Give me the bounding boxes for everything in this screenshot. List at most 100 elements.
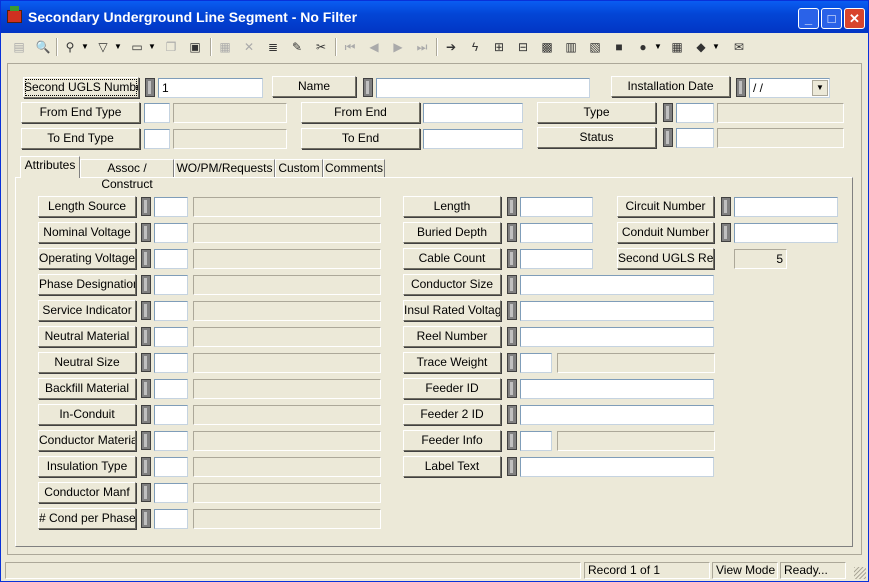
insulation-type-input[interactable] [154, 457, 188, 477]
tab-attributes[interactable]: Attributes [20, 156, 80, 178]
feeder-id-button[interactable]: Feeder ID [403, 378, 501, 399]
book-icon[interactable]: ◆ [691, 37, 711, 57]
maximize-button[interactable]: □ [821, 8, 842, 29]
feeder-2-id-input[interactable] [520, 405, 714, 425]
conductor-size-input[interactable] [520, 275, 714, 295]
conductor-material-button[interactable]: Conductor Material [38, 430, 136, 451]
service-indicator-input[interactable] [154, 301, 188, 321]
neutral-material-input[interactable] [154, 327, 188, 347]
operating-voltage-input[interactable] [154, 249, 188, 269]
in-conduit-input[interactable] [154, 405, 188, 425]
scissors-icon[interactable]: ✂ [311, 37, 331, 57]
length-input[interactable] [520, 197, 593, 217]
name-input[interactable] [376, 78, 590, 98]
nominal-voltage-input[interactable] [154, 223, 188, 243]
length-button[interactable]: Length [403, 196, 501, 217]
feeder-info-button[interactable]: Feeder Info [403, 430, 501, 451]
to-end-type-button[interactable]: To End Type [21, 128, 140, 149]
conduit-number-input[interactable] [734, 223, 838, 243]
save-icon[interactable]: ▤ [9, 37, 29, 57]
circuit-number-input[interactable] [734, 197, 838, 217]
status-button[interactable]: Status [537, 127, 656, 148]
nominal-voltage-button[interactable]: Nominal Voltage [38, 222, 136, 243]
cable-count-button[interactable]: Cable Count [403, 248, 501, 269]
conductor-manf-button[interactable]: Conductor Manf [38, 482, 136, 503]
phase-designation-button[interactable]: Phase Designation [38, 274, 136, 295]
conductor-material-input[interactable] [154, 431, 188, 451]
from-end-type-input[interactable] [144, 103, 170, 123]
feeder-info-input[interactable] [520, 431, 552, 451]
disk-icon[interactable]: ▦ [215, 37, 235, 57]
title-bar[interactable]: Secondary Underground Line Segment - No … [1, 1, 868, 33]
type-input[interactable] [676, 103, 714, 123]
tree-icon[interactable]: ⊟ [513, 37, 533, 57]
feeder-id-input[interactable] [520, 379, 714, 399]
conductor-size-button[interactable]: Conductor Size [403, 274, 501, 295]
second-ugls-number-input[interactable]: 1 [158, 78, 263, 98]
label-text-input[interactable] [520, 457, 714, 477]
chevron-down-icon[interactable]: ▼ [81, 39, 89, 55]
phase-designation-input[interactable] [154, 275, 188, 295]
chevron-down-icon[interactable]: ▼ [812, 80, 828, 96]
insul-rated-voltage-button[interactable]: Insul Rated Voltage [403, 300, 501, 321]
tab-wo-pm-requests[interactable]: WO/PM/Requests [174, 159, 275, 178]
neutral-material-button[interactable]: Neutral Material [38, 326, 136, 347]
document-icon[interactable]: ▣ [185, 37, 205, 57]
last-record-icon[interactable]: ⏭ [412, 37, 432, 57]
conductor-manf-input[interactable] [154, 483, 188, 503]
conduit-number-button[interactable]: Conduit Number [617, 222, 714, 243]
name-button[interactable]: Name [272, 76, 356, 97]
prev-record-icon[interactable]: ◀ [364, 37, 384, 57]
neutral-size-button[interactable]: Neutral Size [38, 352, 136, 373]
filter-icon[interactable]: ▽ [93, 37, 113, 57]
installation-date-combo[interactable]: / / ▼ [749, 78, 830, 98]
second-ugls-number-button[interactable]: Second UGLS Number [23, 77, 139, 98]
copy-icon[interactable]: ❐ [161, 37, 181, 57]
lightning-icon[interactable]: ϟ [465, 37, 485, 57]
service-indicator-button[interactable]: Service Indicator [38, 300, 136, 321]
arrow-right-icon[interactable]: ➔ [441, 37, 461, 57]
grid-icon[interactable]: ▦ [667, 37, 687, 57]
new-record-icon[interactable]: ▭ [127, 37, 147, 57]
installation-date-button[interactable]: Installation Date [611, 76, 730, 97]
buried-depth-button[interactable]: Buried Depth [403, 222, 501, 243]
preview-icon[interactable]: 🔍 [33, 37, 53, 57]
circuit-number-button[interactable]: Circuit Number [617, 196, 714, 217]
insul-rated-voltage-input[interactable] [520, 301, 714, 321]
chevron-down-icon[interactable]: ▼ [148, 39, 156, 55]
length-source-input[interactable] [154, 197, 188, 217]
chevron-down-icon[interactable]: ▼ [654, 39, 662, 55]
backfill-material-input[interactable] [154, 379, 188, 399]
close-button[interactable]: ✕ [844, 8, 865, 29]
cond-per-phase-input[interactable] [154, 509, 188, 529]
calculator-icon[interactable]: ▥ [561, 37, 581, 57]
neutral-size-input[interactable] [154, 353, 188, 373]
truck-icon[interactable]: ■ [609, 37, 629, 57]
minimize-button[interactable]: _ [798, 8, 819, 29]
label-text-button[interactable]: Label Text [403, 456, 501, 477]
reel-number-input[interactable] [520, 327, 714, 347]
buried-depth-input[interactable] [520, 223, 593, 243]
length-source-button[interactable]: Length Source [38, 196, 136, 217]
tab-comments[interactable]: Comments [323, 159, 385, 178]
map-icon[interactable]: ▩ [537, 37, 557, 57]
to-end-type-input[interactable] [144, 129, 170, 149]
reel-number-button[interactable]: Reel Number [403, 326, 501, 347]
network-icon[interactable]: ⊞ [489, 37, 509, 57]
to-end-input[interactable] [423, 129, 523, 149]
chevron-down-icon[interactable]: ▼ [712, 39, 720, 55]
from-end-type-button[interactable]: From End Type [21, 102, 140, 123]
tab-custom[interactable]: Custom [275, 159, 323, 178]
second-ugls-rec-button[interactable]: Second UGLS Rec # [617, 248, 714, 269]
export-icon[interactable]: ✉ [729, 37, 749, 57]
next-record-icon[interactable]: ▶ [388, 37, 408, 57]
binoculars-icon[interactable]: ⚲ [60, 37, 80, 57]
type-button[interactable]: Type [537, 102, 656, 123]
feeder-2-id-button[interactable]: Feeder 2 ID [403, 404, 501, 425]
chevron-down-icon[interactable]: ▼ [114, 39, 122, 55]
to-end-button[interactable]: To End [301, 128, 420, 149]
backfill-material-button[interactable]: Backfill Material [38, 378, 136, 399]
delete-icon[interactable]: ✕ [239, 37, 259, 57]
operating-voltage-button[interactable]: Operating Voltage [38, 248, 136, 269]
from-end-input[interactable] [423, 103, 523, 123]
